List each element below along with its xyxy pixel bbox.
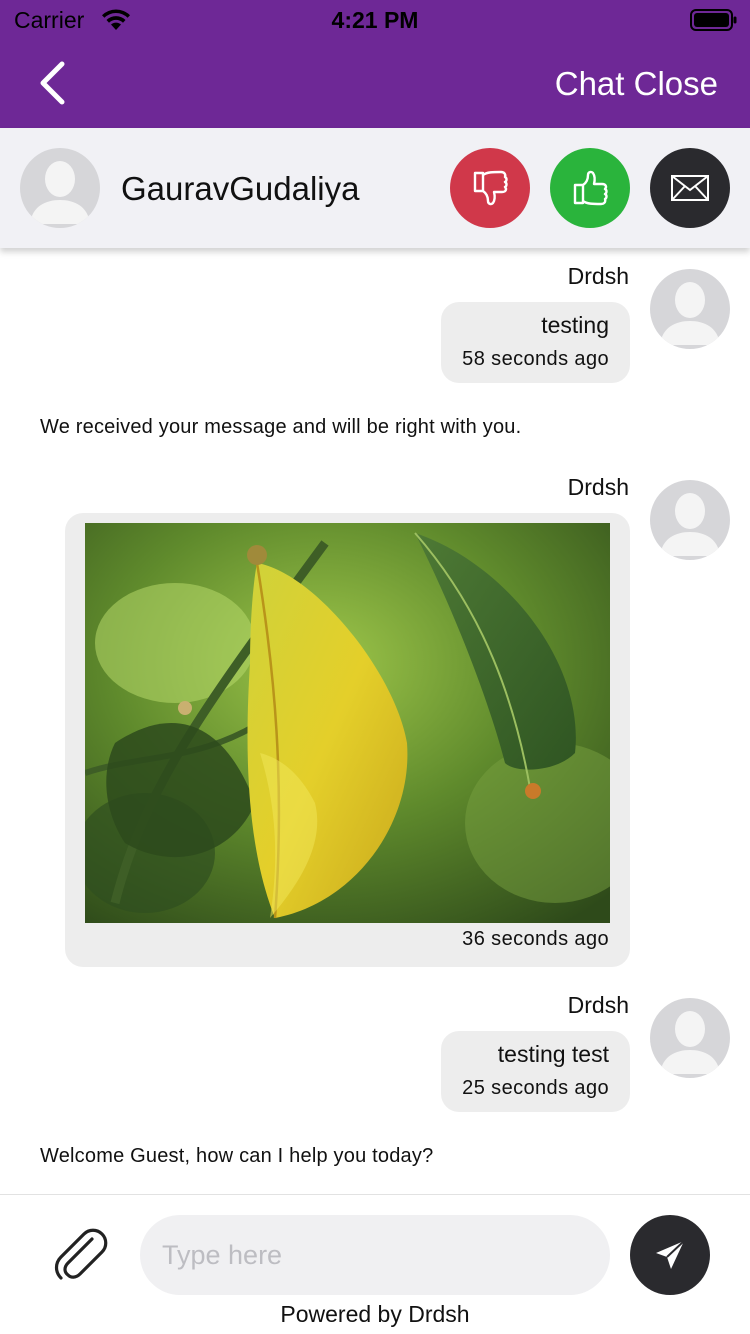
message-sender: Drdsh [567, 992, 629, 1018]
chat-close-button[interactable]: Chat Close [555, 65, 718, 103]
dislike-button[interactable] [450, 148, 530, 228]
nav-bar: Chat Close [0, 40, 750, 128]
back-button[interactable] [28, 58, 78, 108]
thumbs-down-icon [473, 170, 508, 206]
battery-icon [690, 9, 737, 31]
message-text: testing [541, 312, 609, 338]
clock: 4:21 PM [331, 7, 419, 33]
status-bar: Carrier 4:21 PM [0, 0, 750, 40]
composer: Powered by Drdsh [0, 1194, 750, 1334]
avatar-placeholder-icon [30, 161, 90, 224]
send-icon [656, 1240, 685, 1269]
agent-name: GauravGudaliya [121, 170, 360, 207]
message-sender: Drdsh [567, 474, 629, 500]
avatar-placeholder-icon [660, 493, 720, 556]
envelope-icon [671, 175, 709, 201]
sender-avatar [650, 269, 730, 349]
message-time: 58 seconds ago [462, 348, 609, 370]
image-message-bubble: 36 seconds ago [65, 513, 630, 967]
leaf-photo[interactable] [85, 523, 610, 923]
avatar-placeholder-icon [660, 282, 720, 345]
message-bubble: testing test 25 seconds ago [441, 1031, 630, 1112]
chat-messages[interactable]: Drdsh testing 58 seconds ago We received… [0, 248, 750, 1194]
avatar-placeholder-icon [660, 1011, 720, 1074]
agent-avatar [20, 148, 100, 228]
thumbs-up-icon [573, 170, 608, 206]
like-button[interactable] [550, 148, 630, 228]
message-time: 25 seconds ago [462, 1077, 609, 1099]
sender-avatar [650, 998, 730, 1078]
message-bubble: testing 58 seconds ago [441, 302, 630, 383]
attach-button[interactable] [48, 1221, 112, 1285]
message-time: 36 seconds ago [462, 928, 609, 950]
system-message: We received your message and will be rig… [40, 416, 522, 438]
message-input[interactable] [140, 1215, 610, 1295]
agent-header: GauravGudaliya [0, 128, 750, 248]
powered-by-label: Powered by Drdsh [280, 1301, 470, 1327]
system-message: Welcome Guest, how can I help you today? [40, 1145, 434, 1167]
message-text: testing test [497, 1041, 609, 1067]
message-sender: Drdsh [567, 263, 629, 289]
paperclip-icon [54, 1228, 108, 1280]
sender-avatar [650, 480, 730, 560]
email-transcript-button[interactable] [650, 148, 730, 228]
back-chevron-icon [40, 61, 65, 105]
send-button[interactable] [630, 1215, 710, 1295]
